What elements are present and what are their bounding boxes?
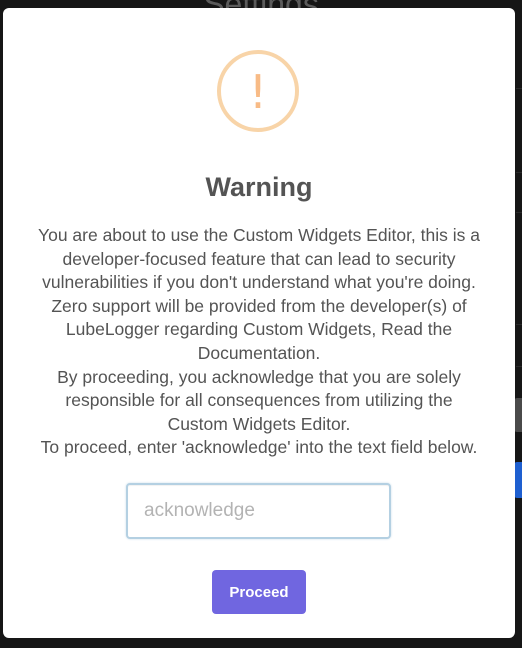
dialog-message-line: responsible for all consequences from ut…	[65, 390, 453, 411]
dialog-message-line: Custom Widgets Editor.	[167, 413, 351, 434]
background-input-fragment	[514, 398, 522, 432]
background-divider	[516, 212, 522, 213]
warning-icon: !	[217, 50, 299, 132]
dialog-message-line: vulnerabilities if you don't understand …	[42, 272, 476, 293]
warning-icon-glyph: !	[248, 65, 268, 119]
acknowledge-input[interactable]	[126, 483, 391, 539]
dialog-message: You are about to use the Custom Widgets …	[23, 224, 495, 460]
background-divider	[516, 324, 522, 325]
dialog-message-line: Zero support will be provided from the d…	[51, 295, 467, 316]
warning-dialog: ! Warning You are about to use the Custo…	[3, 8, 515, 638]
dialog-message-line: developer-focused feature that can lead …	[62, 248, 456, 269]
dialog-message-line: By proceeding, you acknowledge that you …	[57, 366, 461, 387]
dialog-message-line: To proceed, enter 'acknowledge' into the…	[40, 437, 478, 458]
dialog-message-line: You are about to use the Custom Widgets …	[38, 225, 480, 245]
background-divider	[516, 172, 522, 173]
dialog-message-line: Documentation.	[197, 342, 321, 363]
proceed-button[interactable]: Proceed	[212, 570, 306, 614]
background-divider	[516, 366, 522, 367]
dialog-title: Warning	[205, 172, 313, 202]
dialog-message-line: LubeLogger regarding Custom Widgets, Rea…	[65, 319, 453, 340]
background-button-fragment	[514, 462, 522, 498]
background-divider	[516, 88, 522, 89]
